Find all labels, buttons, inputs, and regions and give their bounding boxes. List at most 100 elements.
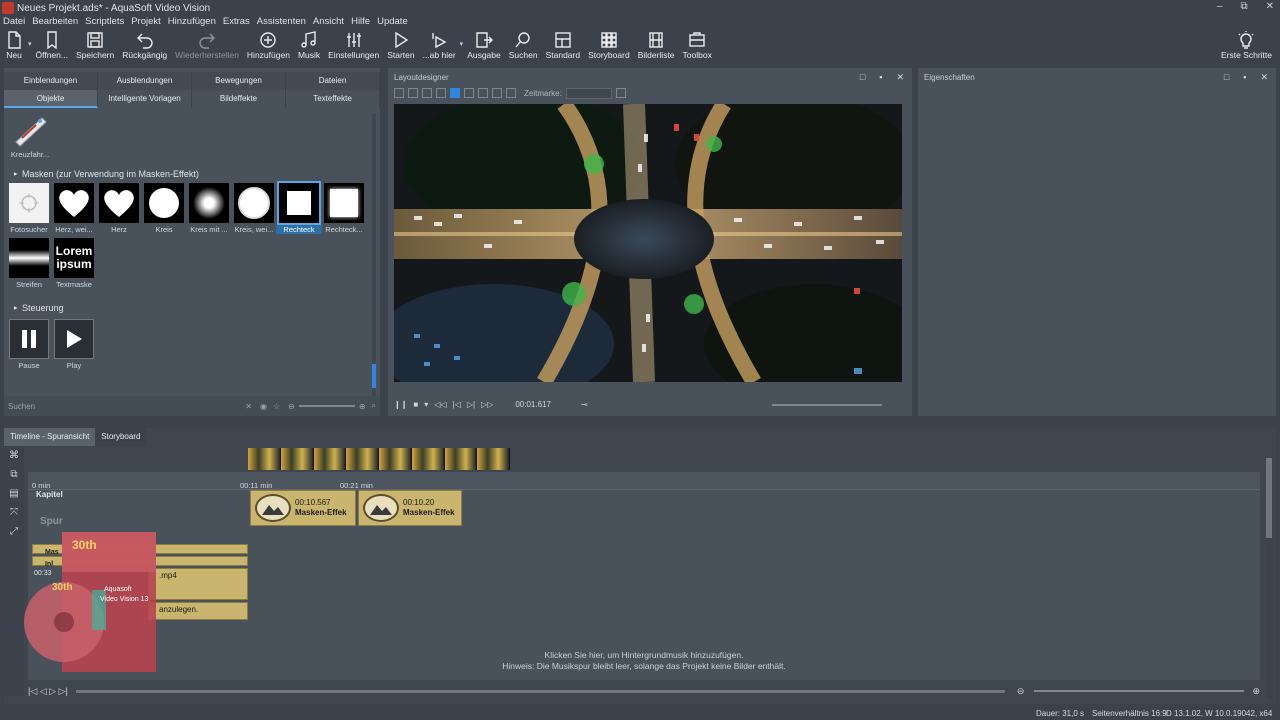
tab-bewegungen[interactable]: Bewegungen [192,72,286,90]
previous-frame-icon[interactable]: |◁ [453,400,461,409]
standard-layout-button[interactable]: Standard [542,30,585,60]
search-button[interactable]: Suchen [505,30,542,60]
layers-icon[interactable]: ⧉ [10,469,17,480]
mask-rectangle[interactable]: Rechteck [276,181,322,234]
fit-icon[interactable]: ⤧ [10,507,18,518]
masks-section-header[interactable]: Masken (zur Verwendung im Masken-Effekt) [4,169,380,179]
start-button[interactable]: Starten [383,30,418,60]
mask-text[interactable]: Lorem ipsum Textmaske [54,238,94,289]
output-button[interactable]: Ausgabe [463,30,505,60]
mask-circle-soft[interactable]: Kreis mit ... [189,183,229,234]
mask-heart-white[interactable]: Herz, wei... [54,183,94,234]
forward-icon[interactable]: ▷▷ [481,400,493,409]
select-tool-icon[interactable] [394,88,404,98]
rewind-icon[interactable]: ◁◁ [434,400,446,409]
text-clip[interactable]: anzulegen. [148,602,248,620]
tab-timeline[interactable]: Timeline - Spuransicht [4,428,96,446]
eye-icon[interactable]: ◉ [260,402,267,411]
save-button[interactable]: Speichern [72,30,118,60]
redo-button[interactable]: Wiederherstellen [171,30,243,60]
play-from-here-button[interactable]: ...ab hier [419,30,460,60]
open-button[interactable]: Öffnen... [32,30,72,60]
arrange-tool-icon[interactable] [506,88,516,98]
timeline-horizontal-scrollbar[interactable]: |◁ ◁ ▷ ▷| ⊖ ⊕ [28,684,1260,698]
music-button[interactable]: Musik [294,30,324,60]
timeline-tracks[interactable]: Kapitel Spur 00:10.567 Masken-Effek 00:10… [28,490,1260,680]
close-button[interactable]: ✕ [1266,1,1274,12]
tab-intelligente-vorlagen[interactable]: Intelligente Vorlagen [98,90,192,108]
tab-objekte[interactable]: Objekte [4,90,98,108]
tab-bildeffekte[interactable]: Bildeffekte [192,90,286,108]
tab-texteffekte[interactable]: Texteffekte [286,90,380,108]
toolbox-button[interactable]: Toolbox [679,30,716,60]
timeline-vertical-scrollbar[interactable] [1266,458,1272,698]
storyboard-button[interactable]: Storyboard [584,30,634,60]
timeline-ruler[interactable]: 0 min 00:11 min 00:21 min [28,472,1260,490]
mask-fotosucher[interactable]: Fotosucher [9,183,49,234]
mask-circle-white[interactable]: Kreis, wei... [234,183,274,234]
settings-button[interactable]: Einstellungen [324,30,383,60]
toolbox-scrollbar[interactable] [372,114,376,400]
clear-icon[interactable]: ✕ [245,402,252,411]
tab-dateien[interactable]: Dateien [286,72,380,90]
timeline-tool-icon[interactable]: ⌘ [9,450,19,461]
control-play[interactable]: Play [54,319,94,370]
next-frame-icon[interactable]: ▷| [467,400,475,409]
curve-tool-icon[interactable] [478,88,488,98]
stop-dropdown-icon[interactable]: ▾ [424,400,428,409]
align-tool-icon[interactable] [422,88,432,98]
menu-scriptlets[interactable]: Scriptlets [85,16,124,29]
menu-hinzufuegen[interactable]: Hinzufügen [168,16,216,29]
grid-tool-icon[interactable] [436,88,446,98]
timeline-zoom-slider[interactable] [1034,690,1245,692]
music-track-hint[interactable]: Klicken Sie hier, um Hintergrundmusik hi… [28,650,1260,672]
move-tool-icon[interactable] [408,88,418,98]
maximize-button[interactable]: ⧉ [1240,1,1247,12]
panel-pin-icon[interactable]: ▪ [1243,72,1246,83]
video-preview[interactable] [394,104,902,382]
expand-icon[interactable]: ⤢ [10,526,18,537]
tab-ausblendungen[interactable]: Ausblendungen [98,72,192,90]
calendar-icon[interactable] [615,88,626,98]
pause-icon[interactable]: ❙❙ [394,400,407,409]
panel-close-icon[interactable]: ✕ [1260,72,1268,83]
image-list-button[interactable]: Bilderliste [634,30,679,60]
undo-button[interactable]: Rückgängig [118,30,171,60]
zoom-in-icon[interactable]: ⊕ [359,402,366,411]
control-section-header[interactable]: Steuerung [4,303,380,313]
record-marker-icon[interactable]: ⊸ [581,400,588,409]
timeline-clip[interactable]: 00:10.20 Masken-Effek [358,490,462,526]
star-icon[interactable]: ☆ [273,402,280,411]
panel-close-icon[interactable]: ✕ [896,72,904,83]
menu-projekt[interactable]: Projekt [131,16,161,29]
mask-heart[interactable]: Herz [99,183,139,234]
timeline-nav-icons[interactable]: |◁ ◁ ▷ ▷| [28,686,68,697]
zoom-fit-icon[interactable]: ⌕ [372,401,376,411]
toolbox-search-input[interactable]: Suchen [8,402,245,411]
video-clip[interactable]: .mp4 [148,568,248,600]
preview-zoom-slider[interactable] [772,404,882,406]
mask-stripes[interactable]: Streifen [9,238,49,289]
minimize-button[interactable]: – [1217,1,1223,12]
tab-einblendungen[interactable]: Einblendungen [4,72,98,90]
panel-pin-icon[interactable]: ▪ [879,72,882,83]
menu-datei[interactable]: Datei [3,16,25,29]
menu-extras[interactable]: Extras [223,16,250,29]
stop-icon[interactable]: ■ [413,400,418,409]
menu-hilfe[interactable]: Hilfe [351,16,370,29]
menu-assistenten[interactable]: Assistenten [257,16,306,29]
panel-float-icon[interactable]: □ [860,72,865,83]
control-pause[interactable]: Pause [9,319,49,370]
mask-rectangle-soft[interactable]: Rechteck... [324,183,364,234]
timeline-clip[interactable]: 00:10.567 Masken-Effek [250,490,356,526]
mask-circle[interactable]: Kreis [144,183,184,234]
path-tool-icon[interactable] [450,88,460,98]
zoom-out-icon[interactable]: ⊖ [288,402,295,411]
curve-edit-icon[interactable] [492,88,502,98]
tracks-icon[interactable]: ▤ [9,488,18,499]
thumbnail-size-slider[interactable] [298,405,355,407]
panel-float-icon[interactable]: □ [1224,72,1229,83]
object-cruise-ship[interactable]: Kreuzfahr... [10,112,50,159]
menu-bearbeiten[interactable]: Bearbeiten [32,16,78,29]
new-button[interactable]: Neu [0,30,28,60]
